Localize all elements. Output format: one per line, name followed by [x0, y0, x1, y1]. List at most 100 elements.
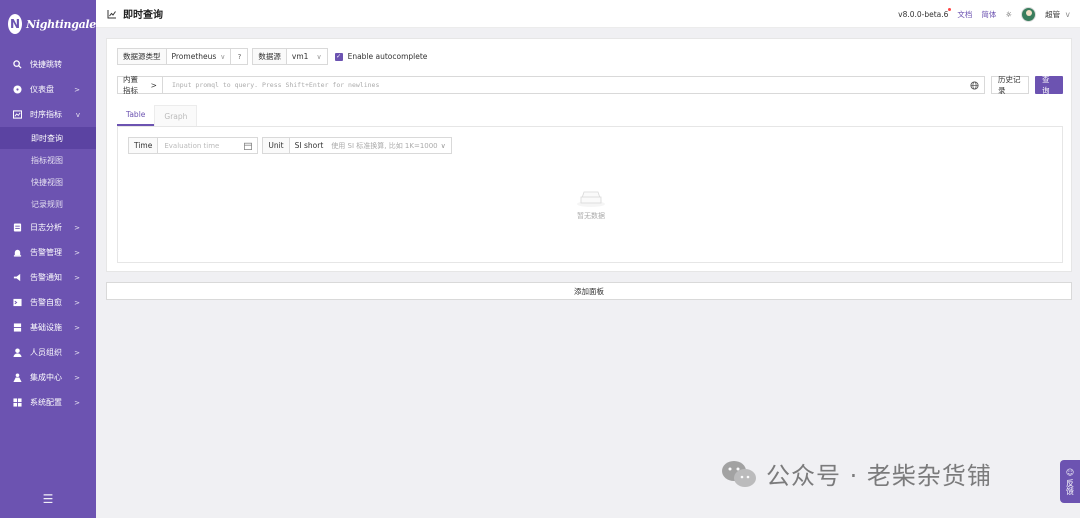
sidebar-item-label: 告警通知	[30, 273, 62, 282]
sidebar-item-quick-jump[interactable]: 快捷跳转	[0, 52, 96, 77]
unit-hint: 使用 SI 标准换算, 比如 1K=1000	[331, 141, 438, 150]
chevron-down-icon: ∨	[440, 141, 446, 150]
globe-icon[interactable]	[970, 81, 979, 90]
server-icon	[12, 323, 22, 333]
empty-state: 暂无数据	[118, 185, 1064, 221]
sidebar-item-dashboard[interactable]: 仪表盘 >	[0, 77, 96, 102]
sidebar-item-label: 日志分析	[30, 223, 62, 232]
version-badge[interactable]: v8.0.0-beta.6	[898, 7, 952, 19]
sidebar-subitem-metric-view[interactable]: 指标视图	[0, 149, 96, 171]
header-actions: v8.0.0-beta.6 文档 简体 ☼ 超管 v	[898, 0, 1070, 28]
chevron-down-icon: v	[75, 110, 80, 119]
logo-text: Nightingale	[26, 17, 96, 31]
table-tab-body: Time Evaluation time Unit SI short 使用 SI …	[117, 126, 1063, 263]
history-button[interactable]: 历史记录	[990, 75, 1030, 95]
evaluation-time-picker[interactable]: Evaluation time	[158, 137, 259, 154]
datasource-type-select[interactable]: Prometheus ∨	[166, 48, 232, 65]
watermark: 公众号 · 老柴杂货铺	[720, 456, 992, 491]
chevron-down-icon: ∨	[220, 52, 226, 61]
sidebar-item-label: 仪表盘	[30, 85, 54, 94]
feedback-button[interactable]: ☺ 反馈	[1060, 460, 1080, 503]
promql-input[interactable]: Input promql to query. Press Shift+Enter…	[162, 76, 985, 94]
menu-fold-icon[interactable]: ☰	[0, 492, 96, 506]
query-panel: 数据源类型 Prometheus ∨ ? 数据源 vm1 ∨ ✓ Enable aut…	[106, 38, 1072, 272]
sidebar-menu: 快捷跳转 仪表盘 > 时序指标 v 即时查询 指标视图 快捷视图 记录规则 日志…	[0, 52, 96, 415]
theme-sun-icon[interactable]: ☼	[1005, 10, 1012, 19]
sidebar-subitem-recording-rules[interactable]: 记录规则	[0, 193, 96, 215]
sidebar-item-alert-management[interactable]: 告警管理 >	[0, 240, 96, 265]
sidebar-item-integration[interactable]: 集成中心 >	[0, 365, 96, 390]
terminal-icon	[12, 298, 22, 308]
sidebar-item-label: 集成中心	[30, 373, 62, 382]
sidebar-item-infrastructure[interactable]: 基础设施 >	[0, 315, 96, 340]
nightingale-logo-icon: N	[8, 14, 23, 34]
log-icon	[12, 223, 22, 233]
tab-graph[interactable]: Graph	[154, 105, 198, 126]
notification-dot	[948, 7, 952, 11]
language-switch[interactable]: 简体	[981, 9, 996, 20]
chevron-down-icon: v	[1065, 9, 1070, 19]
chevron-right-icon: >	[74, 298, 80, 307]
help-icon[interactable]: ?	[231, 48, 249, 65]
avatar[interactable]	[1021, 6, 1037, 22]
sidebar-item-label: 人员组织	[30, 348, 62, 357]
docs-link[interactable]: 文档	[957, 9, 972, 20]
chevron-right-icon: >	[74, 85, 80, 94]
sidebar-item-system-config[interactable]: 系统配置 >	[0, 390, 96, 415]
datasource-label: 数据源	[252, 48, 287, 65]
unit-select[interactable]: SI short 使用 SI 标准换算, 比如 1K=1000 ∨	[289, 137, 452, 154]
sidebar: N Nightingale 快捷跳转 仪表盘 > 时序指标 v 即时查询 指标视…	[0, 0, 96, 518]
header: 即时查询 v8.0.0-beta.6 文档 简体 ☼ 超管 v	[96, 0, 1080, 28]
sidebar-item-label: 告警管理	[30, 248, 62, 257]
sidebar-item-label: 快捷跳转	[30, 60, 62, 69]
time-label: Time	[128, 137, 159, 154]
sidebar-item-metrics[interactable]: 时序指标 v	[0, 102, 96, 127]
wechat-icon	[722, 460, 756, 487]
chevron-right-icon: >	[74, 373, 80, 382]
autocomplete-checkbox[interactable]: ✓ Enable autocomplete	[334, 52, 427, 61]
sidebar-item-label: 基础设施	[30, 323, 62, 332]
user-icon	[12, 348, 22, 358]
integration-icon	[12, 373, 22, 383]
page-title: 即时查询	[123, 10, 163, 21]
notify-icon	[12, 273, 22, 283]
chevron-right-icon: >	[74, 398, 80, 407]
watermark-text: 公众号 · 老柴杂货铺	[766, 462, 992, 490]
chevron-right-icon: >	[74, 248, 80, 257]
calendar-icon	[244, 142, 253, 150]
empty-inbox-icon	[577, 191, 605, 207]
sidebar-subitem-quick-view[interactable]: 快捷视图	[0, 171, 96, 193]
apps-icon	[12, 398, 22, 408]
sidebar-item-people[interactable]: 人员组织 >	[0, 340, 96, 365]
search-icon	[12, 60, 22, 70]
add-panel-button[interactable]: 添加面板	[106, 282, 1072, 300]
chevron-right-icon: >	[74, 273, 80, 282]
metrics-icon	[12, 110, 22, 120]
chevron-down-icon: ∨	[316, 52, 322, 61]
sidebar-item-alert-notify[interactable]: 告警通知 >	[0, 265, 96, 290]
builtin-metrics-button[interactable]: 内置指标 >	[117, 75, 163, 95]
dashboard-icon	[12, 85, 22, 95]
sidebar-item-label: 系统配置	[30, 398, 62, 407]
logo[interactable]: N Nightingale	[0, 0, 96, 48]
alarm-icon	[12, 248, 22, 258]
datasource-type-label: 数据源类型	[117, 48, 167, 65]
chevron-right-icon: >	[74, 223, 80, 232]
promql-row: 内置指标 > Input promql to query. Press Shift…	[117, 75, 1063, 95]
checkmark-icon: ✓	[334, 52, 343, 61]
empty-text: 暂无数据	[577, 212, 605, 220]
datasource-row: 数据源类型 Prometheus ∨ ? 数据源 vm1 ∨ ✓ Enable aut…	[117, 48, 427, 65]
result-tabs: Table Graph	[117, 105, 198, 126]
sidebar-subitem-instant-query[interactable]: 即时查询	[0, 127, 96, 149]
username[interactable]: 超管 v	[1045, 9, 1070, 20]
sidebar-item-label: 时序指标	[30, 110, 62, 119]
smile-icon: ☺	[1065, 468, 1075, 477]
line-chart-icon	[107, 9, 117, 19]
tab-table[interactable]: Table	[117, 105, 155, 126]
sidebar-item-label: 告警自愈	[30, 298, 62, 307]
datasource-select[interactable]: vm1 ∨	[286, 48, 328, 65]
sidebar-item-self-healing[interactable]: 告警自愈 >	[0, 290, 96, 315]
unit-label: Unit	[262, 137, 290, 154]
sidebar-item-log-analysis[interactable]: 日志分析 >	[0, 215, 96, 240]
query-button[interactable]: 查 询	[1035, 75, 1063, 95]
